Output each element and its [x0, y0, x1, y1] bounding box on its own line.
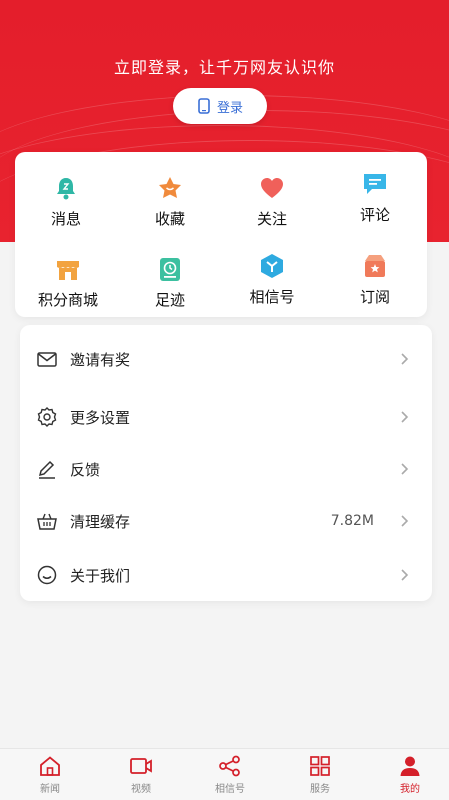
list-item-feedback[interactable]: 反馈	[20, 443, 432, 495]
tab-xiangxin[interactable]: 相信号	[200, 755, 260, 799]
grid-item-comments[interactable]: 评论	[330, 170, 420, 232]
grid-item-label: 足迹	[154, 291, 185, 309]
basket-icon	[37, 513, 57, 530]
grid-icon	[310, 756, 330, 776]
grid-item-label: 订阅	[359, 288, 390, 306]
grid-item-points-mall[interactable]: 积分商城	[23, 255, 113, 317]
home-icon	[40, 756, 60, 776]
pencil-icon	[38, 460, 55, 479]
grid-item-label: 评论	[359, 206, 390, 224]
login-prompt: 立即登录，让千万网友认识你	[113, 58, 335, 77]
login-button-label: 登录	[216, 100, 243, 116]
chevron-right-icon	[401, 411, 409, 423]
mail-icon	[37, 352, 57, 367]
list-item-label: 邀请有奖	[70, 350, 131, 369]
tab-video[interactable]: 视频	[111, 755, 171, 799]
list-item-about-us[interactable]: 关于我们	[20, 549, 432, 601]
tab-label: 服务	[310, 784, 330, 795]
phone-icon	[198, 98, 210, 114]
gear-icon	[37, 407, 57, 427]
subscribe-icon	[365, 255, 385, 277]
list-item-label: 更多设置	[70, 408, 131, 427]
list-item-invite[interactable]: 邀请有奖	[20, 333, 432, 385]
comment-icon	[364, 174, 386, 194]
share-icon	[219, 755, 240, 777]
smile-icon	[37, 565, 57, 585]
grid-item-favorites[interactable]: 收藏	[125, 174, 215, 236]
bottom-tab-bar: 新闻 视频 相信号 服务 我的	[0, 748, 449, 800]
tab-label: 相信号	[215, 784, 245, 795]
tab-mine[interactable]: 我的	[380, 755, 440, 799]
grid-item-label: 消息	[50, 210, 81, 228]
list-item-label: 清理缓存	[70, 512, 131, 531]
grid-item-follow[interactable]: 关注	[227, 174, 317, 236]
tab-news[interactable]: 新闻	[20, 755, 80, 799]
list-item-label: 关于我们	[70, 566, 131, 585]
shortcut-grid: 消息 收藏 关注 评论 积分商城 足迹 相信号 订阅	[15, 152, 427, 317]
grid-item-label: 相信号	[249, 288, 295, 306]
bell-icon	[57, 178, 75, 200]
grid-item-messages[interactable]: 消息	[21, 174, 111, 236]
video-icon	[130, 758, 152, 774]
tab-label: 我的	[400, 784, 420, 795]
tab-services[interactable]: 服务	[290, 755, 350, 799]
grid-item-label: 收藏	[154, 210, 185, 228]
user-icon	[400, 756, 420, 776]
chevron-right-icon	[401, 515, 409, 527]
settings-list: 邀请有奖 更多设置 反馈 清理缓存 7.82M 关于我们	[20, 325, 432, 601]
chevron-right-icon	[401, 463, 409, 475]
xiangxin-icon	[261, 254, 283, 278]
list-item-more-settings[interactable]: 更多设置	[20, 391, 432, 443]
star-icon	[159, 177, 181, 198]
footprint-icon	[160, 258, 180, 281]
tab-label: 视频	[131, 784, 151, 795]
list-item-clear-cache[interactable]: 清理缓存 7.82M	[20, 495, 432, 547]
list-item-label: 反馈	[70, 460, 101, 479]
chevron-right-icon	[401, 353, 409, 365]
grid-item-label: 积分商城	[37, 291, 98, 309]
login-button[interactable]: 登录	[173, 88, 267, 124]
grid-item-xiangxin[interactable]: 相信号	[227, 252, 317, 314]
store-icon	[57, 261, 79, 280]
heart-icon	[261, 178, 283, 198]
cache-size-value: 7.82M	[330, 513, 374, 529]
grid-item-footprints[interactable]: 足迹	[125, 255, 215, 317]
chevron-right-icon	[401, 569, 409, 581]
grid-item-label: 关注	[256, 210, 287, 228]
tab-label: 新闻	[40, 784, 60, 795]
grid-item-subscribe[interactable]: 订阅	[330, 252, 420, 314]
